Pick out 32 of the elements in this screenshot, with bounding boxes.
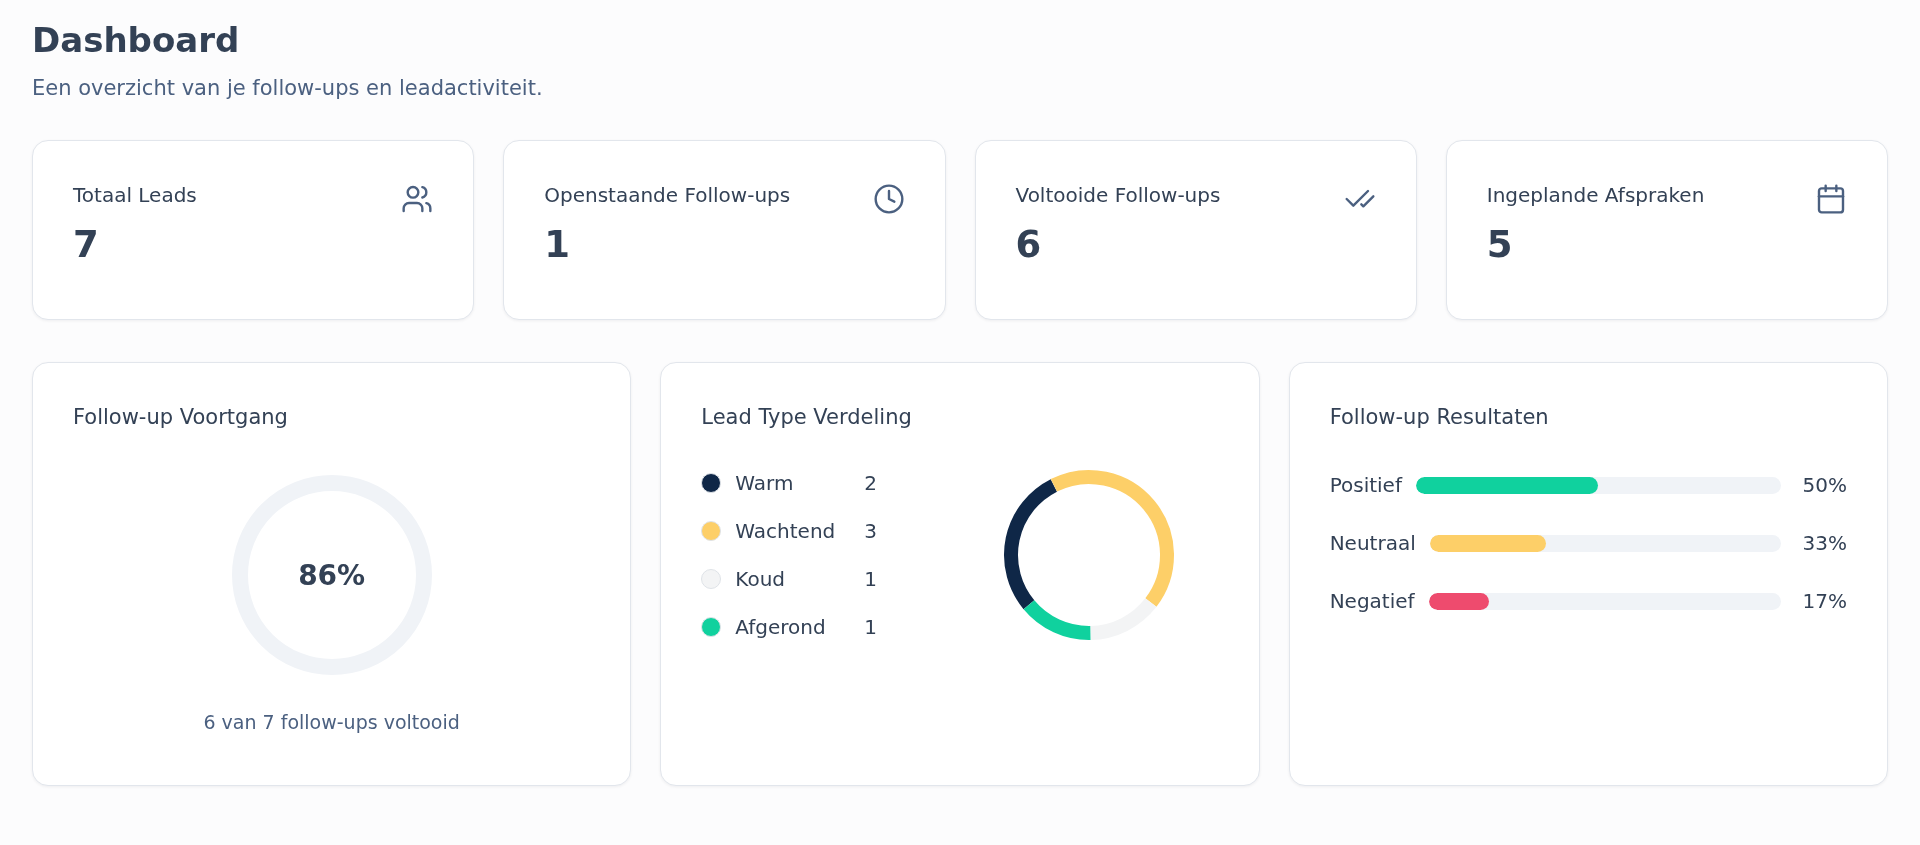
stat-value: 5 <box>1486 223 1514 266</box>
clock-icon <box>872 183 905 215</box>
users-icon <box>401 183 434 215</box>
progress-percent: 86% <box>298 558 366 592</box>
stat-label: Openstaande Follow-ups <box>544 183 791 207</box>
stat-label: Voltooide Follow-ups <box>1015 183 1221 207</box>
legend-label: Wachtend <box>735 519 837 543</box>
card-title: Follow-up Resultaten <box>1329 405 1550 429</box>
result-label: Negatief <box>1329 589 1415 613</box>
page-subtitle: Een overzicht van je follow-ups en leadactiviteit. <box>32 76 544 100</box>
card-title: Follow-up Voortgang <box>73 405 289 429</box>
stat-label: Ingeplande Afspraken <box>1486 183 1705 207</box>
legend-count: 1 <box>864 567 878 591</box>
result-percent: 33% <box>1801 531 1847 555</box>
legend-count: 3 <box>864 519 878 543</box>
progress-caption: 6 van 7 follow-ups voltooid <box>202 711 461 733</box>
stat-value: 1 <box>544 223 571 266</box>
legend-label: Koud <box>735 567 787 591</box>
legend-count: 1 <box>864 615 878 639</box>
page-title: Dashboard <box>32 20 241 60</box>
legend-label: Warm <box>735 471 795 495</box>
result-percent: 17% <box>1801 589 1847 613</box>
result-label: Neutraal <box>1329 531 1416 555</box>
card-title: Lead Type Verdeling <box>701 405 913 429</box>
stat-label: Totaal Leads <box>73 183 197 207</box>
result-label: Positief <box>1329 473 1402 497</box>
result-percent: 50% <box>1801 473 1847 497</box>
stat-value: 7 <box>73 223 100 266</box>
legend-label: Afgerond <box>735 615 827 639</box>
stat-value: 6 <box>1015 223 1043 266</box>
calendar-icon <box>1815 183 1847 215</box>
legend-count: 2 <box>864 471 878 495</box>
